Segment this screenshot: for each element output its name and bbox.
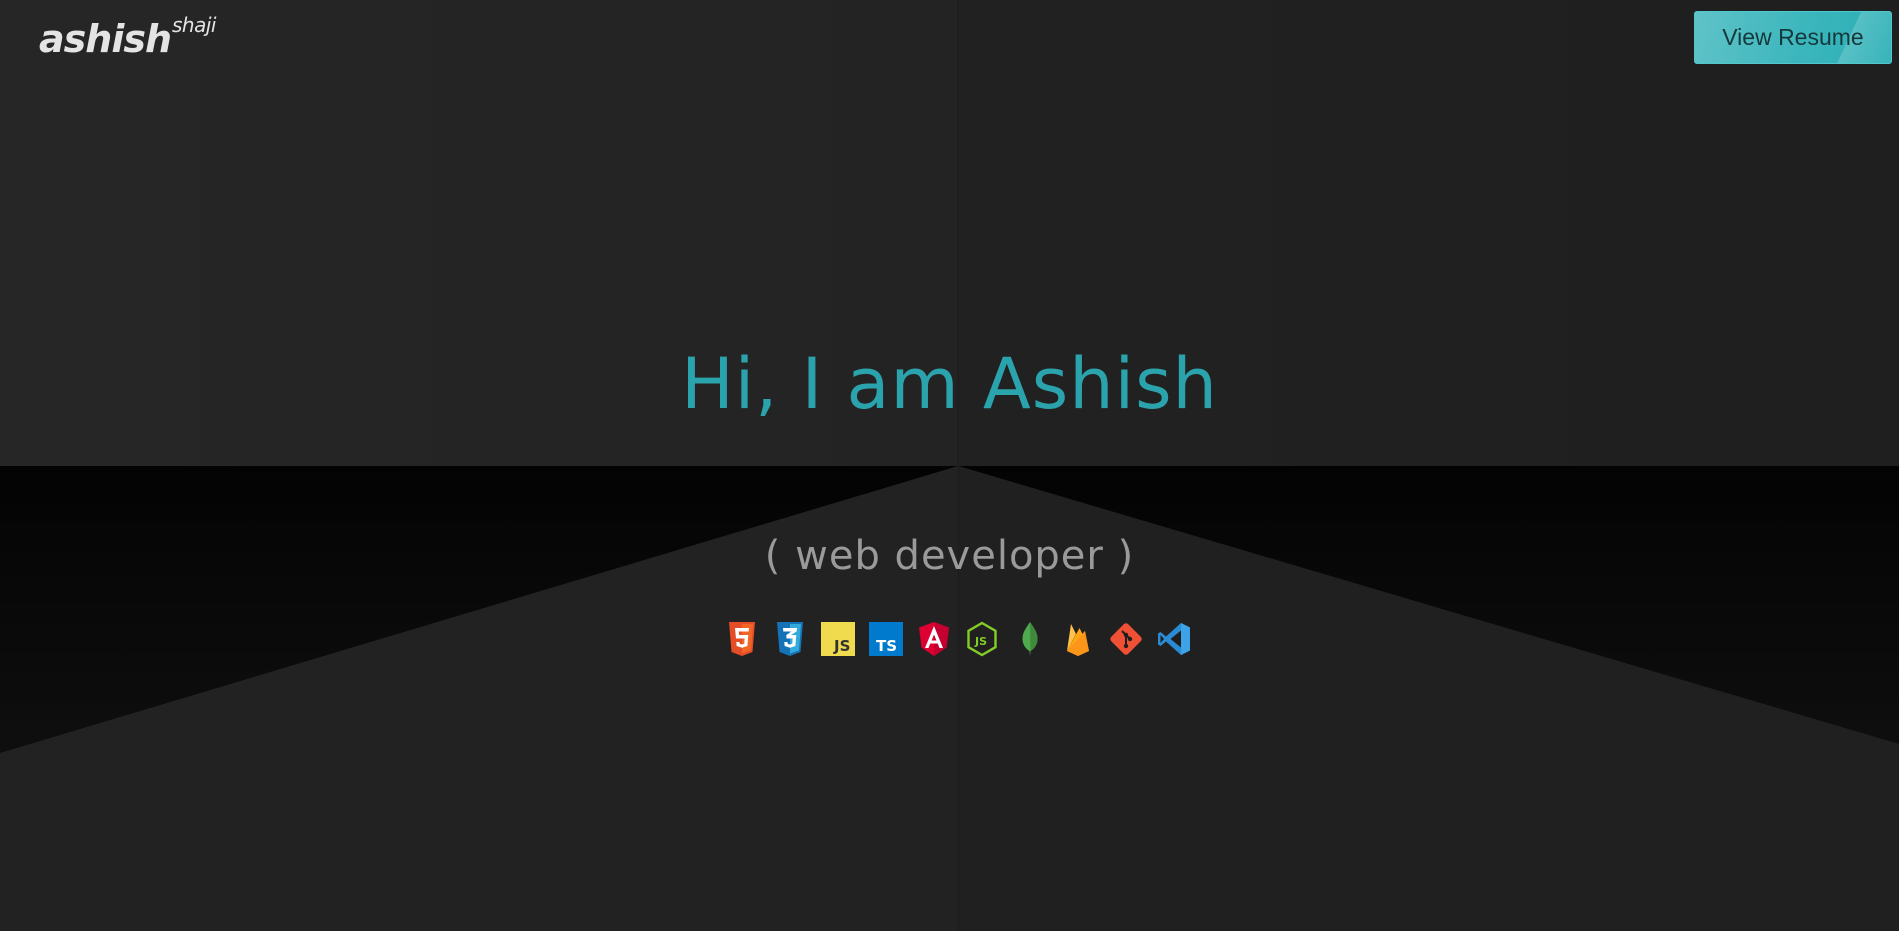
html5-icon	[725, 620, 759, 658]
logo-main-text: ashish	[39, 17, 172, 61]
angular-icon	[917, 620, 951, 658]
firebase-icon	[1061, 620, 1095, 658]
hero-headline: Hi, I am Ashish	[681, 343, 1218, 425]
tech-icons-row: JS TS JS	[725, 620, 1191, 658]
css3-icon	[773, 620, 807, 658]
background-panels	[0, 0, 1899, 931]
view-resume-button[interactable]: View Resume	[1694, 11, 1892, 64]
view-resume-button-label: View Resume	[1722, 24, 1864, 50]
page: ashishshaji View Resume Hi, I am Ashish …	[0, 0, 1899, 931]
nodejs-icon: JS	[965, 620, 999, 658]
javascript-icon: JS	[821, 620, 855, 658]
logo[interactable]: ashishshaji	[39, 13, 216, 64]
mongodb-icon	[1013, 620, 1047, 658]
svg-text:JS: JS	[833, 637, 850, 655]
git-icon	[1109, 620, 1143, 658]
logo-superscript-text: shaji	[172, 13, 216, 37]
svg-text:JS: JS	[974, 635, 987, 648]
hero-subtitle: ( web developer )	[764, 533, 1135, 579]
vscode-icon	[1157, 620, 1191, 658]
typescript-icon: TS	[869, 620, 903, 658]
svg-text:TS: TS	[876, 637, 897, 655]
